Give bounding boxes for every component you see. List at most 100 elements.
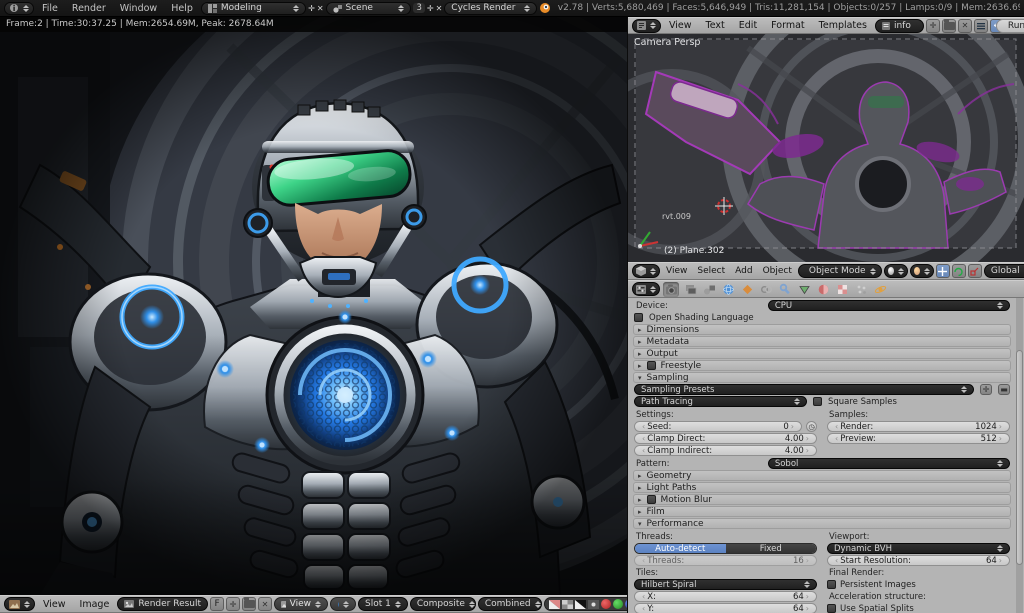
increment-icon[interactable]: › [804,446,811,455]
increment-icon[interactable]: › [997,434,1004,443]
menu-help[interactable]: Help [165,3,199,14]
add-scene-button[interactable]: ✛ [427,4,434,13]
clamp-indirect-field[interactable]: ‹Clamp Indirect:4.00› [634,445,817,456]
tab-particles[interactable] [853,282,869,297]
open-image-button[interactable] [242,597,256,611]
panel-sampling[interactable]: ▾Sampling [633,372,1011,383]
render-samples-field[interactable]: ‹Render:1024› [827,421,1010,432]
tile-y-field[interactable]: ‹Y:64› [634,603,817,613]
decrement-icon[interactable]: ‹ [833,434,840,443]
panel-geometry[interactable]: ▸Geometry [633,470,1011,481]
viewport-3d-area[interactable]: Camera Persp rvt.009 (2) Plane.302 [628,34,1024,262]
tab-constraints[interactable] [758,282,774,297]
tab-object[interactable] [739,282,755,297]
green-channel-button[interactable] [613,599,623,609]
pivot-select[interactable] [330,597,356,611]
menu-text[interactable]: Text [700,20,731,31]
square-samples-checkbox[interactable] [813,397,822,406]
panel-dimensions[interactable]: ▸Dimensions [633,324,1011,335]
tab-physics[interactable] [872,282,888,297]
tab-material[interactable] [815,282,831,297]
open-text-button[interactable] [942,19,956,33]
menu-file[interactable]: File [36,3,64,14]
tile-x-field[interactable]: ‹X:64› [634,591,817,602]
decrement-icon[interactable]: ‹ [640,434,647,443]
threads-mode-toggle[interactable]: Auto-detectFixed [634,543,817,554]
decrement-icon[interactable]: ‹ [833,422,840,431]
unlink-image-button[interactable]: ✕ [258,597,272,611]
panel-motion-blur[interactable]: ▸Motion Blur [633,494,1011,505]
editor-type-button[interactable] [4,2,34,15]
add-preset-button[interactable]: ✛ [980,384,992,395]
editor-type-button[interactable] [4,597,35,611]
panel-performance[interactable]: ▾Performance [633,518,1011,529]
decrement-icon[interactable]: ‹ [833,556,840,565]
menu-render[interactable]: Render [66,3,112,14]
spatial-splits-checkbox[interactable] [827,604,836,613]
pass-select[interactable]: Combined [478,597,542,611]
scene-users-count[interactable]: 3 [413,3,424,13]
fixed-button[interactable]: Fixed [726,544,817,553]
panel-light-paths[interactable]: ▸Light Paths [633,482,1011,493]
pivot-point-select[interactable] [910,264,934,278]
screen-layout-select[interactable]: Modeling [201,2,306,15]
view-mode-select[interactable]: View [274,597,328,611]
decrement-icon[interactable]: ‹ [640,604,647,613]
menu-format[interactable]: Format [765,20,810,31]
integrator-select[interactable]: Path Tracing [634,396,807,407]
manipulator-scale-button[interactable] [968,264,982,278]
pattern-select[interactable]: Sobol [768,458,1010,469]
image-datablock[interactable]: Render Result [117,597,208,611]
editor-type-button[interactable] [632,264,660,278]
fake-user-button[interactable]: F [210,597,224,611]
auto-detect-button[interactable]: Auto-detect [635,544,726,553]
slot-select[interactable]: Slot 1 [358,597,408,611]
tab-texture[interactable] [834,282,850,297]
properties-scrollbar[interactable] [1016,298,1023,613]
tab-render[interactable] [663,282,679,297]
increment-icon[interactable]: › [804,604,811,613]
clamp-direct-field[interactable]: ‹Clamp Direct:4.00› [634,433,817,444]
tab-scene[interactable] [701,282,717,297]
start-resolution-field[interactable]: ‹Start Resolution:64› [827,555,1010,566]
scrollbar-thumb[interactable] [1016,350,1023,565]
preview-samples-field[interactable]: ‹Preview:512› [827,433,1010,444]
delete-layout-button[interactable]: ✕ [317,4,324,13]
editor-type-button[interactable] [632,19,661,33]
osl-checkbox[interactable] [634,313,643,322]
new-image-button[interactable]: ✛ [226,597,240,611]
freestyle-checkbox[interactable] [647,361,656,370]
menu-view[interactable]: View [37,599,72,610]
red-channel-button[interactable] [601,599,611,609]
decrement-icon[interactable]: ‹ [640,422,647,431]
run-script-button[interactable]: Run Script [996,19,1024,33]
tab-world[interactable] [720,282,736,297]
panel-freestyle[interactable]: ▸Freestyle [633,360,1011,371]
increment-icon[interactable]: › [997,556,1004,565]
channel-mask-icon[interactable] [588,600,599,609]
layer-select[interactable]: Composite [410,597,476,611]
panel-film[interactable]: ▸Film [633,506,1011,517]
menu-view[interactable]: View [662,266,691,276]
editor-type-button[interactable] [632,282,660,296]
increment-icon[interactable]: › [804,434,811,443]
animate-seed-icon[interactable]: ◷ [806,421,817,432]
increment-icon[interactable]: › [789,422,796,431]
menu-window[interactable]: Window [114,3,163,14]
menu-view[interactable]: View [663,20,698,31]
menu-image[interactable]: Image [74,599,116,610]
tab-modifiers[interactable] [777,282,793,297]
add-layout-button[interactable]: ✛ [308,4,315,13]
line-numbers-toggle[interactable] [974,19,988,33]
channel-z-icon[interactable] [575,600,586,609]
menu-object[interactable]: Object [759,266,796,276]
manipulator-translate-button[interactable] [936,264,950,278]
increment-icon[interactable]: › [997,422,1004,431]
tab-render-layers[interactable] [682,282,698,297]
decrement-icon[interactable]: ‹ [640,592,647,601]
text-datablock[interactable]: info [875,19,924,33]
threads-count-field[interactable]: ‹Threads:16› [634,555,817,566]
decrement-icon[interactable]: ‹ [640,446,647,455]
panel-output[interactable]: ▸Output [633,348,1011,359]
render-engine-select[interactable]: Cycles Render [444,2,537,15]
